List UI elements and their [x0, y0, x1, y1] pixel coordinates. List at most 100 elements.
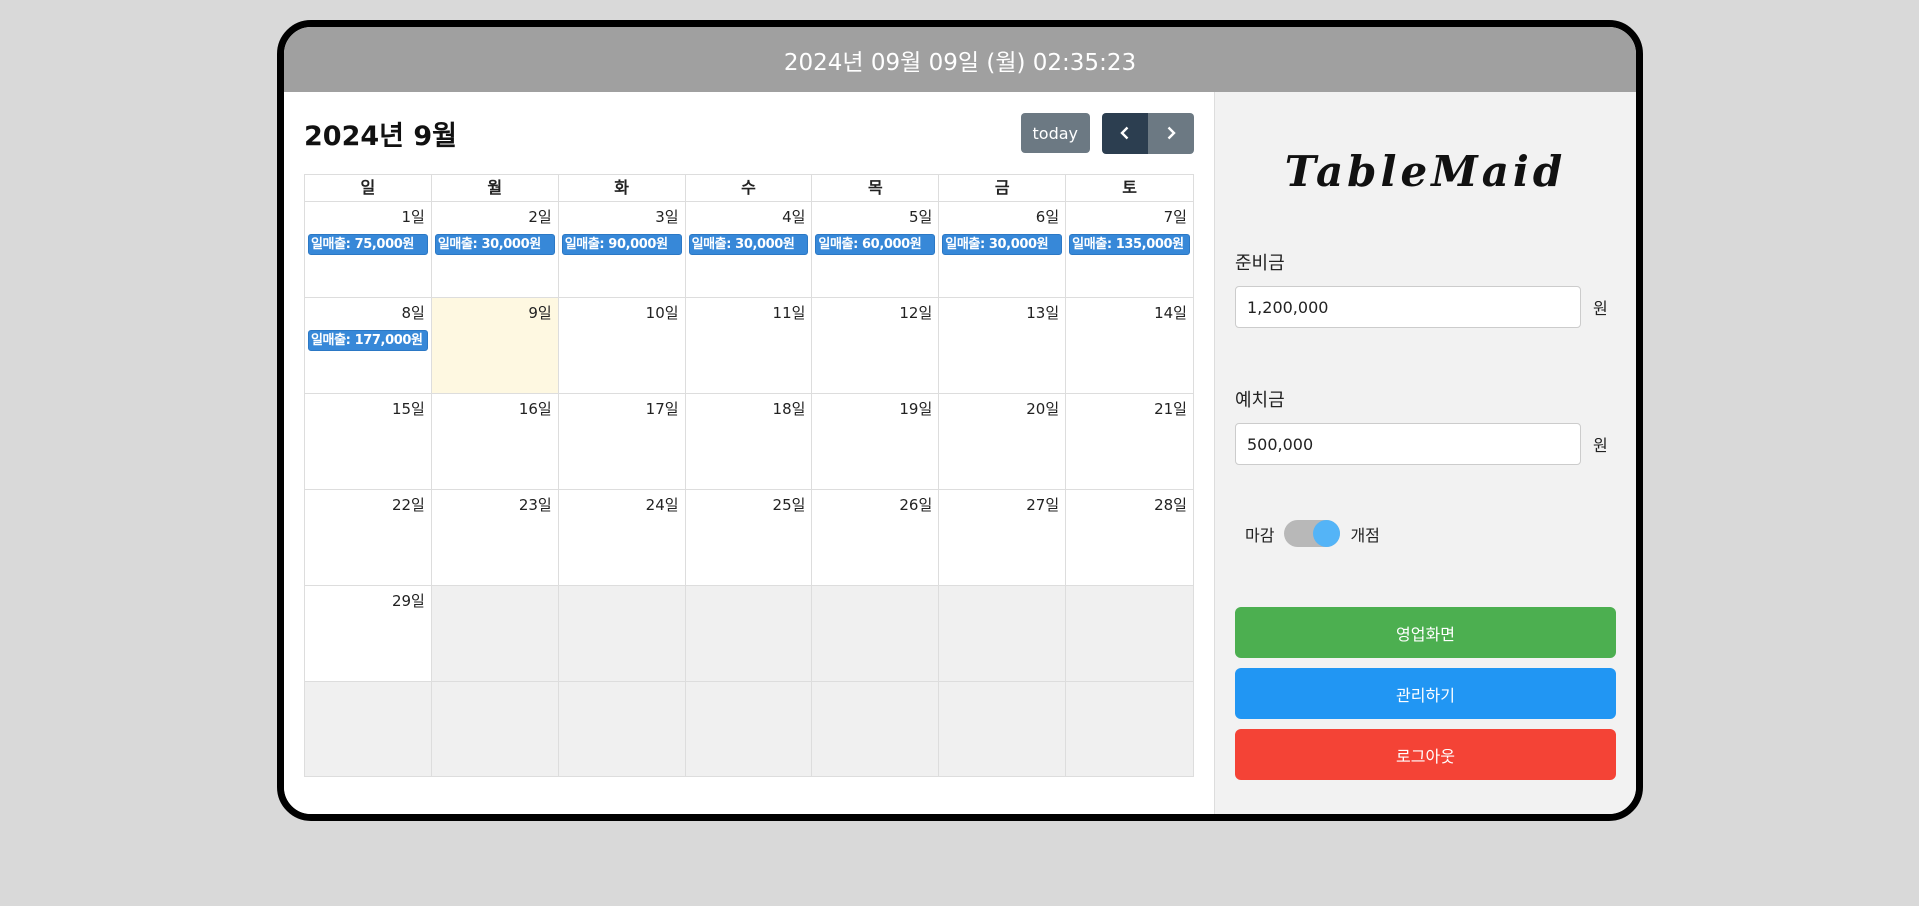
day-number: 7일 — [1163, 208, 1187, 226]
day-number: 3일 — [655, 208, 679, 226]
day-cell-1[interactable]: 1일 일매출: 75,000원 — [305, 202, 432, 297]
day-number: 26일 — [899, 496, 933, 514]
toggle-off-label: 마감 — [1245, 525, 1275, 545]
weekday-header: 일 월 화 수 목 금 토 — [305, 175, 1193, 201]
day-cell-10[interactable]: 10일 — [559, 298, 686, 393]
day-number: 24일 — [645, 496, 679, 514]
app-logo: TableMaid — [1284, 147, 1567, 196]
day-cell-empty — [939, 586, 1067, 681]
datetime-text: 2024년 09월 09일 (월) 02:35:23 — [783, 49, 1137, 76]
toggle-on-label: 개점 — [1350, 525, 1380, 545]
sales-event[interactable]: 일매출: 90,000원 — [561, 234, 682, 255]
datetime-bar: 2024년 09월 09일 (월) 02:35:23 — [284, 27, 1636, 92]
day-cell-28[interactable]: 28일 — [1066, 490, 1193, 585]
day-cell-11[interactable]: 11일 — [686, 298, 813, 393]
day-cell-12[interactable]: 12일 — [812, 298, 940, 393]
sales-event[interactable]: 일매출: 75,000원 — [308, 234, 428, 255]
day-cell-empty — [558, 682, 686, 776]
day-cell-14[interactable]: 14일 — [1066, 298, 1193, 393]
day-number: 28일 — [1154, 496, 1187, 514]
reserve-label: 준비금 — [1235, 253, 1285, 274]
day-cell-7[interactable]: 7일일매출: 135,000원 — [1066, 202, 1193, 297]
control-sidebar: TableMaid 준비금 원 예치금 원 마감 개점 영업화면 관리하기 로그… — [1214, 92, 1636, 814]
weekday-wed: 수 — [686, 175, 813, 201]
day-number: 10일 — [645, 304, 679, 322]
day-cell-empty — [812, 682, 940, 776]
calendar-week — [305, 681, 1193, 776]
day-number: 23일 — [518, 496, 552, 514]
day-cell-17[interactable]: 17일 — [559, 394, 686, 489]
reserve-input[interactable] — [1235, 286, 1581, 328]
day-cell-empty — [305, 682, 432, 776]
day-number: 21일 — [1154, 400, 1187, 418]
day-cell-empty — [558, 586, 686, 681]
day-cell-empty — [431, 682, 559, 776]
day-number: 25일 — [772, 496, 806, 514]
weekday-sun: 일 — [305, 175, 432, 201]
day-cell-empty — [685, 682, 813, 776]
day-cell-6[interactable]: 6일일매출: 30,000원 — [939, 202, 1067, 297]
day-cell-13[interactable]: 13일 — [939, 298, 1067, 393]
day-cell-19[interactable]: 19일 — [812, 394, 940, 489]
sales-event[interactable]: 일매출: 30,000원 — [942, 234, 1063, 255]
sales-event[interactable]: 일매출: 30,000원 — [434, 234, 555, 255]
logout-button[interactable]: 로그아웃 — [1235, 729, 1616, 780]
next-month-button[interactable] — [1148, 112, 1194, 154]
day-number: 16일 — [518, 400, 552, 418]
calendar-week: 1일 일매출: 75,000원 2일일매출: 30,000원 3일일매출: 90,… — [305, 201, 1193, 297]
day-cell-16[interactable]: 16일 — [432, 394, 559, 489]
day-cell-23[interactable]: 23일 — [432, 490, 559, 585]
sales-screen-button[interactable]: 영업화면 — [1235, 607, 1616, 658]
day-cell-9-today[interactable]: 9일 — [431, 298, 559, 393]
day-cell-25[interactable]: 25일 — [686, 490, 813, 585]
deposit-input[interactable] — [1235, 423, 1581, 465]
day-number: 12일 — [899, 304, 933, 322]
day-cell-8[interactable]: 8일일매출: 177,000원 — [305, 298, 432, 393]
sales-event[interactable]: 일매출: 177,000원 — [308, 330, 428, 351]
sales-event[interactable]: 일매출: 30,000원 — [688, 234, 809, 255]
day-cell-2[interactable]: 2일일매출: 30,000원 — [432, 202, 559, 297]
day-number: 17일 — [645, 400, 679, 418]
store-open-toggle[interactable] — [1284, 520, 1341, 547]
weekday-sat: 토 — [1122, 178, 1137, 197]
weekday-thu: 목 — [812, 175, 940, 201]
day-cell-3[interactable]: 3일일매출: 90,000원 — [559, 202, 686, 297]
day-cell-29[interactable]: 29일 — [305, 586, 432, 681]
manage-button[interactable]: 관리하기 — [1235, 668, 1616, 719]
month-nav — [1102, 112, 1194, 154]
day-cell-18[interactable]: 18일 — [686, 394, 813, 489]
reserve-unit: 원 — [1593, 299, 1608, 318]
day-number: 8일 — [401, 304, 425, 322]
today-button[interactable]: today — [1020, 113, 1090, 153]
day-cell-26[interactable]: 26일 — [812, 490, 940, 585]
day-number: 19일 — [899, 400, 933, 418]
day-cell-27[interactable]: 27일 — [939, 490, 1067, 585]
day-number: 13일 — [1026, 304, 1060, 322]
deposit-unit: 원 — [1593, 436, 1608, 455]
chevron-left-icon — [1120, 126, 1129, 140]
sales-event[interactable]: 일매출: 135,000원 — [1069, 234, 1190, 255]
day-number: 14일 — [1154, 304, 1187, 322]
app-frame: 2024년 09월 09일 (월) 02:35:23 2024년 9월 toda… — [277, 20, 1643, 821]
day-number: 6일 — [1035, 208, 1060, 226]
day-number: 2일 — [528, 208, 552, 226]
toggle-knob — [1313, 520, 1341, 547]
day-cell-24[interactable]: 24일 — [559, 490, 686, 585]
chevron-right-icon — [1167, 126, 1176, 140]
calendar-week: 22일 23일 24일 25일 26일 27일 28일 — [305, 489, 1193, 585]
day-number: 27일 — [1026, 496, 1060, 514]
day-cell-15[interactable]: 15일 — [305, 394, 432, 489]
sales-event[interactable]: 일매출: 60,000원 — [815, 234, 936, 255]
day-cell-empty — [1066, 586, 1193, 681]
day-cell-22[interactable]: 22일 — [305, 490, 432, 585]
day-cell-21[interactable]: 21일 — [1066, 394, 1193, 489]
day-cell-4[interactable]: 4일일매출: 30,000원 — [686, 202, 813, 297]
day-number: 4일 — [782, 208, 806, 226]
day-cell-20[interactable]: 20일 — [939, 394, 1067, 489]
day-cell-5[interactable]: 5일 일매출: 60,000원 — [812, 202, 940, 297]
prev-month-button[interactable] — [1102, 112, 1148, 154]
calendar-toolbar: 2024년 9월 today — [304, 112, 1194, 154]
day-cell-empty — [812, 586, 940, 681]
day-cell-empty — [1066, 682, 1193, 776]
day-cell-empty — [939, 682, 1067, 776]
